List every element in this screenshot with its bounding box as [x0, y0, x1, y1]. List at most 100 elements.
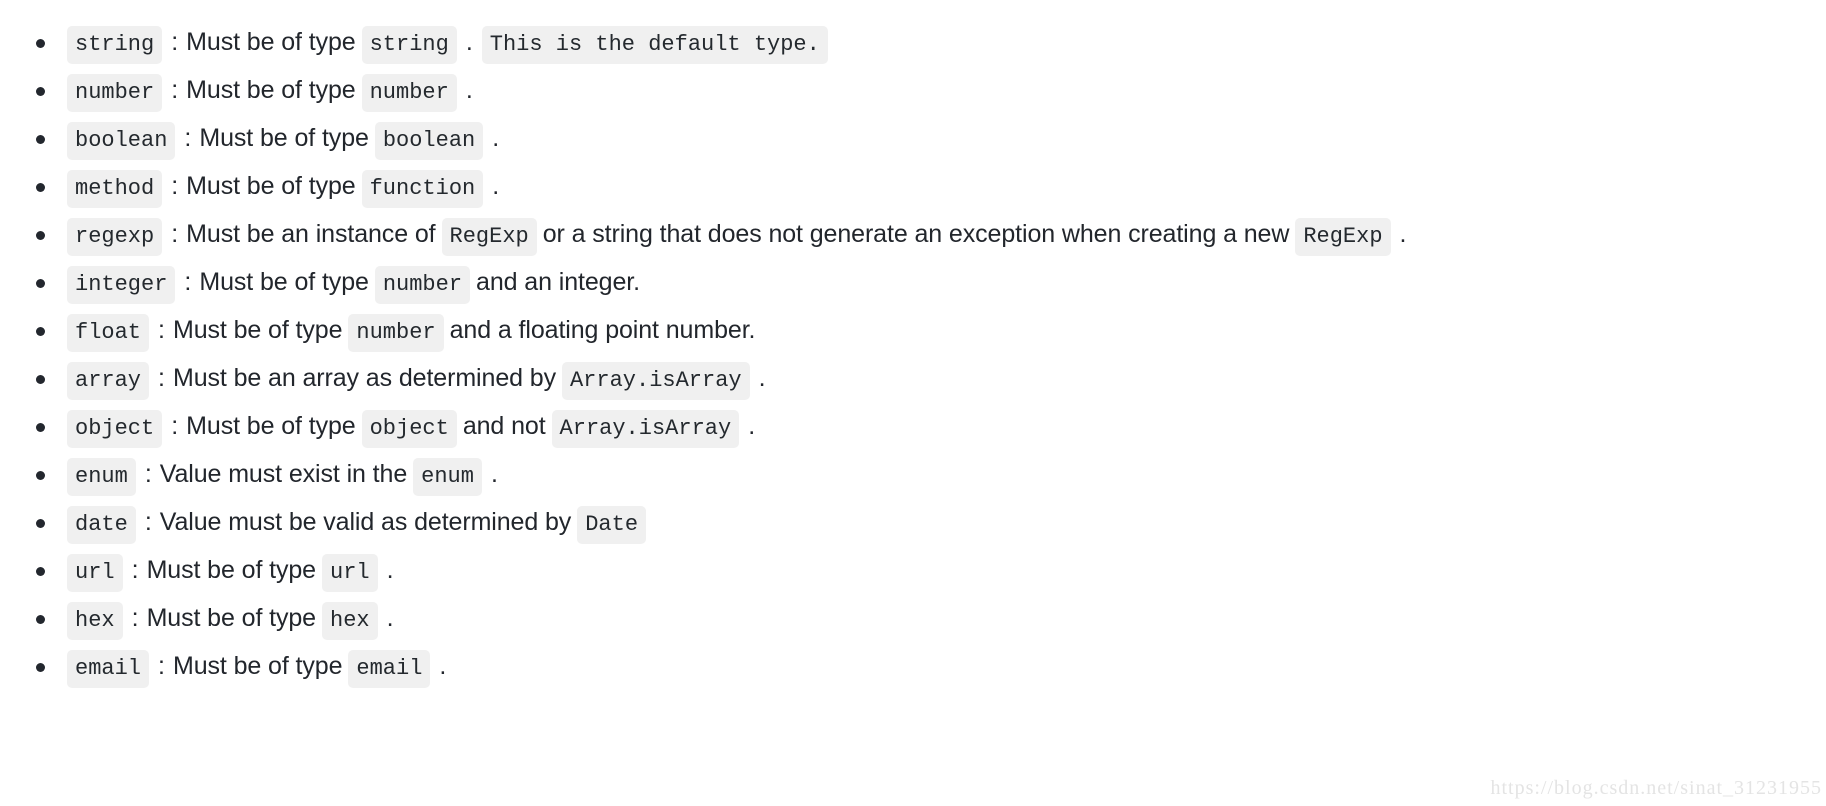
code-chip[interactable]: number	[374, 266, 471, 304]
rule-description-text: Must be of type	[172, 652, 343, 680]
rule-description-text: and a floating point number.	[449, 316, 756, 344]
page-watermark: https://blog.csdn.net/sinat_31231955	[1490, 777, 1822, 799]
punctuation: :	[158, 652, 165, 680]
rule-description-text: or a string that does not generate an ex…	[542, 220, 1290, 248]
rule-description-text: Must be an instance of	[186, 220, 436, 248]
rule-item-method: method: Must be of type function.	[0, 162, 1826, 210]
punctuation: .	[465, 76, 473, 104]
rule-item-regexp: regexp: Must be an instance of RegExp or a …	[0, 210, 1826, 258]
bullet-dot-icon	[36, 279, 45, 288]
code-chip[interactable]: string	[67, 26, 163, 64]
punctuation: :	[131, 604, 139, 632]
punctuation: .	[492, 124, 500, 152]
rule-description-text: Must be of type	[186, 172, 356, 200]
code-chip[interactable]: This is the default type.	[481, 26, 828, 64]
code-chip[interactable]: date	[67, 506, 136, 544]
punctuation: .	[748, 412, 756, 440]
bullet-dot-icon	[36, 471, 45, 480]
code-chip[interactable]: object	[361, 410, 457, 448]
rule-description-text: Must be of type	[186, 76, 356, 104]
bullet-dot-icon	[36, 327, 45, 336]
code-chip[interactable]: function	[361, 170, 484, 208]
rule-item-number: number: Must be of type number.	[0, 66, 1826, 114]
punctuation: :	[184, 124, 192, 152]
punctuation: .	[758, 364, 766, 392]
code-chip[interactable]: enum	[413, 458, 482, 496]
code-chip[interactable]: method	[67, 170, 163, 208]
punctuation: .	[490, 460, 498, 488]
code-chip[interactable]: RegExp	[1295, 218, 1391, 256]
rule-item-object: object: Must be of type object and not Array…	[0, 402, 1826, 450]
code-chip[interactable]: object	[67, 410, 163, 448]
rule-description-text: and not	[462, 412, 546, 440]
code-chip[interactable]: boolean	[67, 122, 176, 160]
code-chip[interactable]: integer	[67, 266, 176, 304]
code-chip[interactable]: hex	[67, 602, 123, 640]
rule-item-url: url: Must be of type url.	[0, 546, 1826, 594]
code-chip[interactable]: Array.isArray	[551, 410, 740, 448]
bullet-dot-icon	[36, 519, 45, 528]
punctuation: .	[439, 652, 447, 680]
bullet-dot-icon	[36, 663, 45, 672]
bullet-dot-icon	[36, 615, 45, 624]
rule-item-string: string: Must be of type string. This is the…	[0, 18, 1826, 66]
code-chip[interactable]: email	[67, 650, 150, 688]
code-chip[interactable]: number	[348, 314, 444, 352]
rule-description-text: Value must exist in the	[159, 460, 408, 488]
punctuation: :	[171, 412, 179, 440]
bullet-dot-icon	[36, 135, 45, 144]
code-chip[interactable]: float	[67, 314, 150, 352]
code-chip[interactable]: array	[67, 362, 150, 400]
code-chip[interactable]: url	[322, 554, 378, 592]
bullet-dot-icon	[36, 231, 45, 240]
punctuation: .	[465, 28, 473, 56]
punctuation: :	[144, 508, 152, 536]
rule-description-text: and an integer.	[476, 268, 640, 296]
rule-description-text: Must be of type	[199, 124, 369, 152]
punctuation: .	[1399, 220, 1407, 248]
bullet-dot-icon	[36, 375, 45, 384]
rule-description-text: Must be of type	[146, 556, 317, 584]
code-chip[interactable]: url	[67, 554, 123, 592]
rule-description-text: Must be of type	[186, 28, 356, 56]
rule-item-email: email: Must be of type email.	[0, 642, 1826, 690]
code-chip[interactable]: Array.isArray	[561, 362, 750, 400]
code-chip[interactable]: Date	[577, 506, 647, 544]
rule-item-integer: integer: Must be of type number and an inte…	[0, 258, 1826, 306]
code-chip[interactable]: number	[361, 74, 457, 112]
bullet-dot-icon	[36, 183, 45, 192]
punctuation: .	[386, 604, 394, 632]
punctuation: .	[386, 556, 394, 584]
code-chip[interactable]: number	[67, 74, 163, 112]
rule-description-text: Must be of type	[146, 604, 317, 632]
rule-description-text: Must be of type	[172, 316, 343, 344]
rule-item-boolean: boolean: Must be of type boolean.	[0, 114, 1826, 162]
bullet-dot-icon	[36, 39, 45, 48]
rule-description-text: Must be of type	[199, 268, 369, 296]
rule-item-array: array: Must be an array as determined by A…	[0, 354, 1826, 402]
punctuation: :	[171, 220, 179, 248]
rule-item-enum: enum: Value must exist in the enum.	[0, 450, 1826, 498]
code-chip[interactable]: regexp	[67, 218, 163, 256]
punctuation: :	[171, 76, 179, 104]
punctuation: :	[144, 460, 152, 488]
rule-description-text: Must be an array as determined by	[172, 364, 556, 392]
code-chip[interactable]: RegExp	[441, 218, 537, 256]
punctuation: :	[184, 268, 192, 296]
bullet-dot-icon	[36, 423, 45, 432]
rule-description-text: Value must be valid as determined by	[159, 508, 572, 536]
rule-description-text: Must be of type	[186, 412, 356, 440]
punctuation: :	[131, 556, 139, 584]
rule-item-hex: hex: Must be of type hex.	[0, 594, 1826, 642]
punctuation: :	[158, 364, 165, 392]
code-chip[interactable]: string	[361, 26, 457, 64]
punctuation: .	[492, 172, 500, 200]
code-chip[interactable]: boolean	[374, 122, 484, 160]
punctuation: :	[171, 172, 179, 200]
code-chip[interactable]: hex	[322, 602, 378, 640]
code-chip[interactable]: email	[348, 650, 431, 688]
bullet-dot-icon	[36, 87, 45, 96]
bullet-dot-icon	[36, 567, 45, 576]
code-chip[interactable]: enum	[67, 458, 136, 496]
punctuation: :	[158, 316, 165, 344]
